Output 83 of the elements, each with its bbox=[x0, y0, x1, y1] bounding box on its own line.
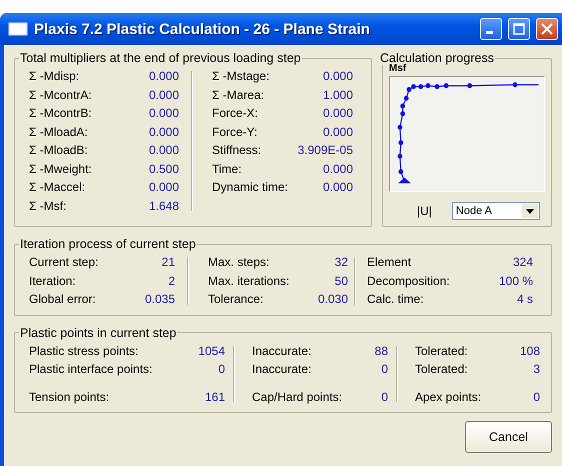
maximize-button[interactable] bbox=[508, 18, 530, 40]
group-title: Plastic points in current step bbox=[19, 326, 178, 340]
field-value: 1.000 bbox=[322, 88, 353, 102]
field-label: Max. steps: bbox=[208, 255, 270, 270]
group-title: Iteration process of current step bbox=[19, 237, 197, 251]
field-label: Element bbox=[367, 255, 412, 270]
field-label: Decomposition: bbox=[367, 274, 450, 288]
field-label: Dynamic time: bbox=[212, 180, 288, 194]
field-label: Σ -McontrB: bbox=[29, 106, 92, 120]
field-label: Iteration: bbox=[29, 274, 76, 288]
field-label: Force-Y: bbox=[212, 124, 258, 139]
field-label: Max. iterations: bbox=[208, 274, 290, 288]
field-label: Current step: bbox=[29, 255, 98, 270]
field-label: Tolerated: bbox=[415, 344, 468, 358]
field-value: 3.909E-05 bbox=[298, 143, 353, 158]
field-label: Σ -Mweight: bbox=[29, 162, 92, 176]
field-label: Σ -Maccel: bbox=[29, 180, 86, 194]
field-value: 108 bbox=[520, 344, 540, 358]
field-value: 0.000 bbox=[322, 180, 353, 194]
field-value: 21 bbox=[162, 255, 175, 270]
dropdown-arrow-icon bbox=[526, 208, 534, 214]
field-label: Stiffness: bbox=[212, 143, 262, 158]
field-label: Tolerated: bbox=[415, 362, 468, 376]
field-label: Σ -MloadA: bbox=[29, 124, 88, 139]
field-value: 161 bbox=[204, 390, 225, 404]
group-title: Calculation progress bbox=[379, 51, 495, 65]
field-value: 0.000 bbox=[148, 143, 179, 158]
minimize-button[interactable] bbox=[480, 18, 502, 40]
field-label: Tolerance: bbox=[208, 292, 264, 306]
node-dropdown[interactable]: Node A bbox=[452, 202, 540, 220]
field-value: 4 s bbox=[516, 292, 533, 306]
field-label: Inaccurate: bbox=[252, 344, 312, 358]
field-value: 1054 bbox=[198, 344, 225, 358]
field-label: Tension points: bbox=[29, 390, 110, 404]
field-label: Σ -Mdisp: bbox=[29, 69, 80, 84]
field-value: 0.000 bbox=[148, 106, 179, 120]
field-value: 0.000 bbox=[148, 124, 179, 139]
field-value: 0.030 bbox=[318, 292, 348, 306]
field-value: 0.000 bbox=[148, 180, 179, 194]
field-label: Force-X: bbox=[212, 106, 258, 120]
field-label: Time: bbox=[212, 162, 242, 176]
field-value: 1.648 bbox=[148, 198, 179, 213]
field-label: Cap/Hard points: bbox=[252, 390, 342, 404]
cancel-button[interactable]: Cancel bbox=[465, 421, 552, 453]
axis-label: |U| bbox=[417, 204, 432, 218]
field-value: 0.000 bbox=[148, 88, 179, 102]
field-value: 0.000 bbox=[322, 124, 353, 139]
field-value: 0.000 bbox=[322, 162, 353, 176]
field-label: Global error: bbox=[29, 292, 96, 306]
field-label: Σ -McontrA: bbox=[29, 88, 92, 102]
window-title: Plaxis 7.2 Plastic Calculation - 26 - Plane Strain bbox=[34, 20, 371, 38]
field-value: 0.000 bbox=[322, 69, 353, 84]
field-label: Plastic stress points: bbox=[29, 344, 138, 358]
field-label: Inaccurate: bbox=[252, 362, 312, 376]
field-value: 0 bbox=[533, 390, 540, 404]
field-label: Calc. time: bbox=[367, 292, 424, 306]
field-value: 50 bbox=[334, 274, 348, 288]
field-value: 0 bbox=[381, 390, 388, 404]
field-label: Plastic interface points: bbox=[29, 362, 152, 376]
minimize-icon bbox=[486, 31, 492, 34]
field-value: 3 bbox=[533, 362, 540, 376]
field-value: 0.500 bbox=[148, 162, 179, 176]
field-value: 0 bbox=[381, 362, 388, 376]
field-value: 0.000 bbox=[322, 106, 353, 120]
field-label: Σ -Marea: bbox=[212, 88, 264, 102]
window-icon bbox=[8, 21, 28, 37]
field-label: Σ -Mstage: bbox=[212, 69, 270, 84]
field-value: 100 % bbox=[498, 274, 533, 288]
close-icon bbox=[541, 23, 553, 35]
group-title: Total multipliers at the end of previous loading step bbox=[19, 51, 302, 65]
field-value: 324 bbox=[512, 255, 533, 270]
field-label: Σ -MloadB: bbox=[29, 143, 88, 158]
close-button[interactable] bbox=[536, 18, 558, 40]
field-label: Apex points: bbox=[415, 390, 482, 404]
field-value: 0 bbox=[218, 362, 225, 376]
field-label: Σ -Msf: bbox=[29, 198, 66, 213]
field-value: 0.000 bbox=[148, 69, 179, 84]
maximize-icon bbox=[513, 23, 525, 35]
field-value: 32 bbox=[334, 255, 348, 270]
field-value: 2 bbox=[168, 274, 175, 288]
field-value: 88 bbox=[374, 344, 388, 358]
axis-label: Msf bbox=[389, 63, 408, 74]
field-value: 0.035 bbox=[144, 292, 175, 306]
